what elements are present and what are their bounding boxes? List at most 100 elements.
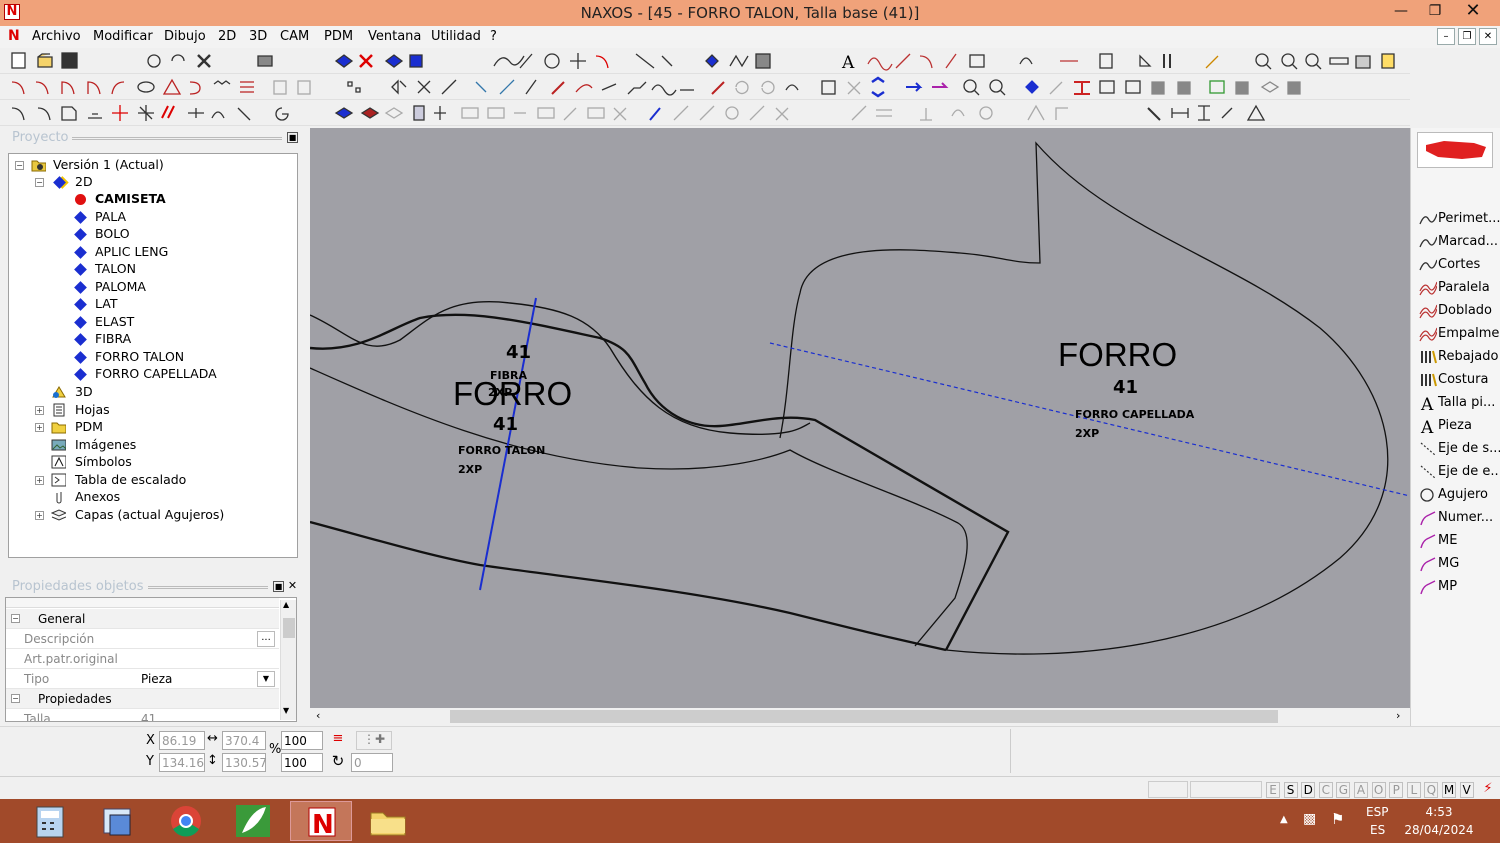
align-icon[interactable]: ≡ bbox=[328, 731, 348, 750]
tray-language[interactable]: ESP bbox=[1366, 805, 1388, 819]
scroll-up-icon[interactable]: ▲ bbox=[283, 600, 289, 609]
tree-expand-icon[interactable]: + bbox=[35, 406, 44, 415]
status-toggle-p[interactable]: P bbox=[1389, 782, 1404, 798]
status-field-1 bbox=[1148, 781, 1188, 798]
taskbar-naxos[interactable]: N bbox=[290, 801, 352, 841]
maximize-button[interactable]: ❐ bbox=[1418, 0, 1452, 22]
status-toggle-l[interactable]: L bbox=[1406, 782, 1421, 798]
group-collapse-icon[interactable]: − bbox=[11, 694, 20, 703]
menu-archivo[interactable]: Archivo bbox=[32, 29, 81, 44]
menu-cam[interactable]: CAM bbox=[280, 29, 309, 44]
status-toggle-d[interactable]: D bbox=[1301, 782, 1316, 798]
status-toggle-a[interactable]: A bbox=[1354, 782, 1368, 798]
tree-collapse-icon[interactable]: − bbox=[35, 178, 44, 187]
width-input[interactable]: 370.4 bbox=[222, 731, 266, 750]
scroll-right-icon[interactable]: › bbox=[1396, 709, 1400, 722]
menu-app-icon[interactable]: N bbox=[8, 28, 20, 44]
prop-row-descripcion[interactable]: Descripción ... bbox=[6, 629, 279, 649]
height-input[interactable]: 130.57 bbox=[222, 753, 267, 772]
tree-expand-icon[interactable]: + bbox=[35, 476, 44, 485]
mdi-restore-button[interactable]: ❐ bbox=[1458, 28, 1476, 45]
status-toggle-g[interactable]: G bbox=[1336, 782, 1351, 798]
menu-help[interactable]: ? bbox=[490, 29, 497, 44]
taskbar-calculator[interactable] bbox=[20, 801, 82, 841]
menu-pdm[interactable]: PDM bbox=[324, 29, 353, 44]
properties-pin-button[interactable]: ■ bbox=[273, 581, 284, 592]
y-coordinate-input[interactable]: 134.16 bbox=[159, 753, 205, 772]
group-collapse-icon[interactable]: − bbox=[11, 614, 20, 623]
tray-clock-time[interactable]: 4:53 bbox=[1399, 805, 1479, 819]
prop-row-artpatr[interactable]: Art.patr.original bbox=[6, 649, 279, 669]
parallel-icon bbox=[1419, 304, 1437, 319]
prop-group-propiedades[interactable]: − Propiedades bbox=[6, 689, 279, 709]
toolbar-row-2 bbox=[0, 74, 1410, 100]
piece-diamond-icon bbox=[74, 333, 87, 346]
menu-dibujo[interactable]: Dibujo bbox=[164, 29, 206, 44]
close-button[interactable]: ✕ bbox=[1456, 0, 1490, 22]
width-icon: ↔ bbox=[207, 731, 218, 746]
toolbar-row-3-icons[interactable] bbox=[0, 100, 1410, 126]
tray-clock-date[interactable]: 28/04/2024 bbox=[1399, 823, 1479, 837]
parallel-icon bbox=[1419, 281, 1437, 296]
project-panel-pin-button[interactable]: ■ bbox=[287, 132, 298, 143]
scale-y-input[interactable]: 100 bbox=[281, 753, 323, 772]
mdi-close-button[interactable]: ✕ bbox=[1479, 28, 1497, 45]
stitch-icon bbox=[1421, 350, 1437, 364]
toolbar-row-1-icons[interactable]: A bbox=[0, 48, 1410, 74]
taskbar-explorer-app[interactable] bbox=[88, 801, 150, 841]
tree-collapse-icon[interactable]: − bbox=[15, 161, 24, 170]
rotation-input[interactable]: 0 bbox=[351, 753, 393, 772]
network-icon[interactable]: ▩ bbox=[1303, 811, 1316, 827]
prop-row-tipo[interactable]: Tipo Pieza ▼ bbox=[6, 669, 279, 689]
tree-expand-icon[interactable]: + bbox=[35, 511, 44, 520]
status-toggle-v[interactable]: V bbox=[1459, 782, 1474, 798]
pattern-drawing[interactable] bbox=[309, 128, 1411, 708]
toolbar-row-3 bbox=[0, 100, 1410, 126]
menu-utilidad[interactable]: Utilidad bbox=[431, 29, 481, 44]
status-toggle-o[interactable]: O bbox=[1371, 782, 1386, 798]
scale-x-input[interactable]: 100 bbox=[281, 731, 323, 750]
status-toggle-c[interactable]: C bbox=[1318, 782, 1333, 798]
ellipsis-button[interactable]: ... bbox=[257, 631, 275, 647]
tray-keyboard-layout[interactable]: ES bbox=[1370, 823, 1385, 837]
menu-3d[interactable]: 3D bbox=[249, 29, 267, 44]
canvas-hscrollbar[interactable]: ‹ › bbox=[310, 708, 1410, 725]
menu-2d[interactable]: 2D bbox=[218, 29, 236, 44]
taskbar-green-app[interactable] bbox=[222, 801, 284, 841]
x-coordinate-input[interactable]: 86.19 bbox=[159, 731, 205, 750]
status-toggle-s[interactable]: S bbox=[1283, 782, 1298, 798]
tray-chevron-up-icon[interactable]: ▲ bbox=[1280, 814, 1288, 825]
mdi-minimize-button[interactable]: – bbox=[1437, 28, 1455, 45]
status-toggle-m[interactable]: M bbox=[1442, 782, 1456, 798]
tool-label: MG bbox=[1438, 556, 1460, 571]
prop-group-general[interactable]: − General bbox=[6, 609, 279, 629]
chevron-down-icon[interactable]: ▼ bbox=[257, 671, 275, 687]
status-toggle-q[interactable]: Q bbox=[1424, 782, 1439, 798]
taskbar-chrome[interactable] bbox=[155, 801, 217, 841]
minimize-button[interactable]: — bbox=[1384, 0, 1418, 22]
drawing-canvas[interactable]: 41 FIBRA 2XP FORRO 41 FORRO TALON 2XP FO… bbox=[309, 128, 1411, 708]
scroll-left-icon[interactable]: ‹ bbox=[316, 709, 320, 722]
capellada-outline bbox=[779, 141, 1389, 655]
flag-icon[interactable]: ⚑ bbox=[1331, 810, 1344, 828]
toolbar-row-2-icons[interactable] bbox=[0, 74, 1410, 100]
piece-preview bbox=[1417, 132, 1493, 168]
prop-row-talla[interactable]: Talla 41 bbox=[6, 709, 279, 721]
scroll-down-icon[interactable]: ▼ bbox=[283, 706, 289, 715]
tree-expand-icon[interactable]: + bbox=[35, 423, 44, 432]
tipo-select[interactable]: Pieza bbox=[141, 672, 172, 686]
menu-modificar[interactable]: Modificar bbox=[93, 29, 153, 44]
properties-scrollbar[interactable]: ▲ ▼ bbox=[280, 600, 296, 720]
rotate-icon[interactable]: ↻ bbox=[328, 752, 348, 771]
status-toggle-e[interactable]: E bbox=[1266, 782, 1280, 798]
title-bar: N NAXOS - [45 - FORRO TALON, Talla base … bbox=[0, 0, 1500, 26]
menu-ventana[interactable]: Ventana bbox=[368, 29, 421, 44]
left-piece-name: FORRO TALON bbox=[458, 444, 546, 457]
properties-close-button[interactable]: ✕ bbox=[287, 580, 298, 592]
scroll-thumb[interactable] bbox=[283, 618, 295, 638]
tool-label: Perimet... bbox=[1438, 211, 1500, 226]
taskbar-folder[interactable] bbox=[357, 801, 419, 841]
snap-icon[interactable]: ⋮✚ bbox=[356, 731, 392, 750]
status-alert-icon[interactable]: ⚡ bbox=[1478, 781, 1498, 798]
hscroll-thumb[interactable] bbox=[450, 710, 1278, 723]
